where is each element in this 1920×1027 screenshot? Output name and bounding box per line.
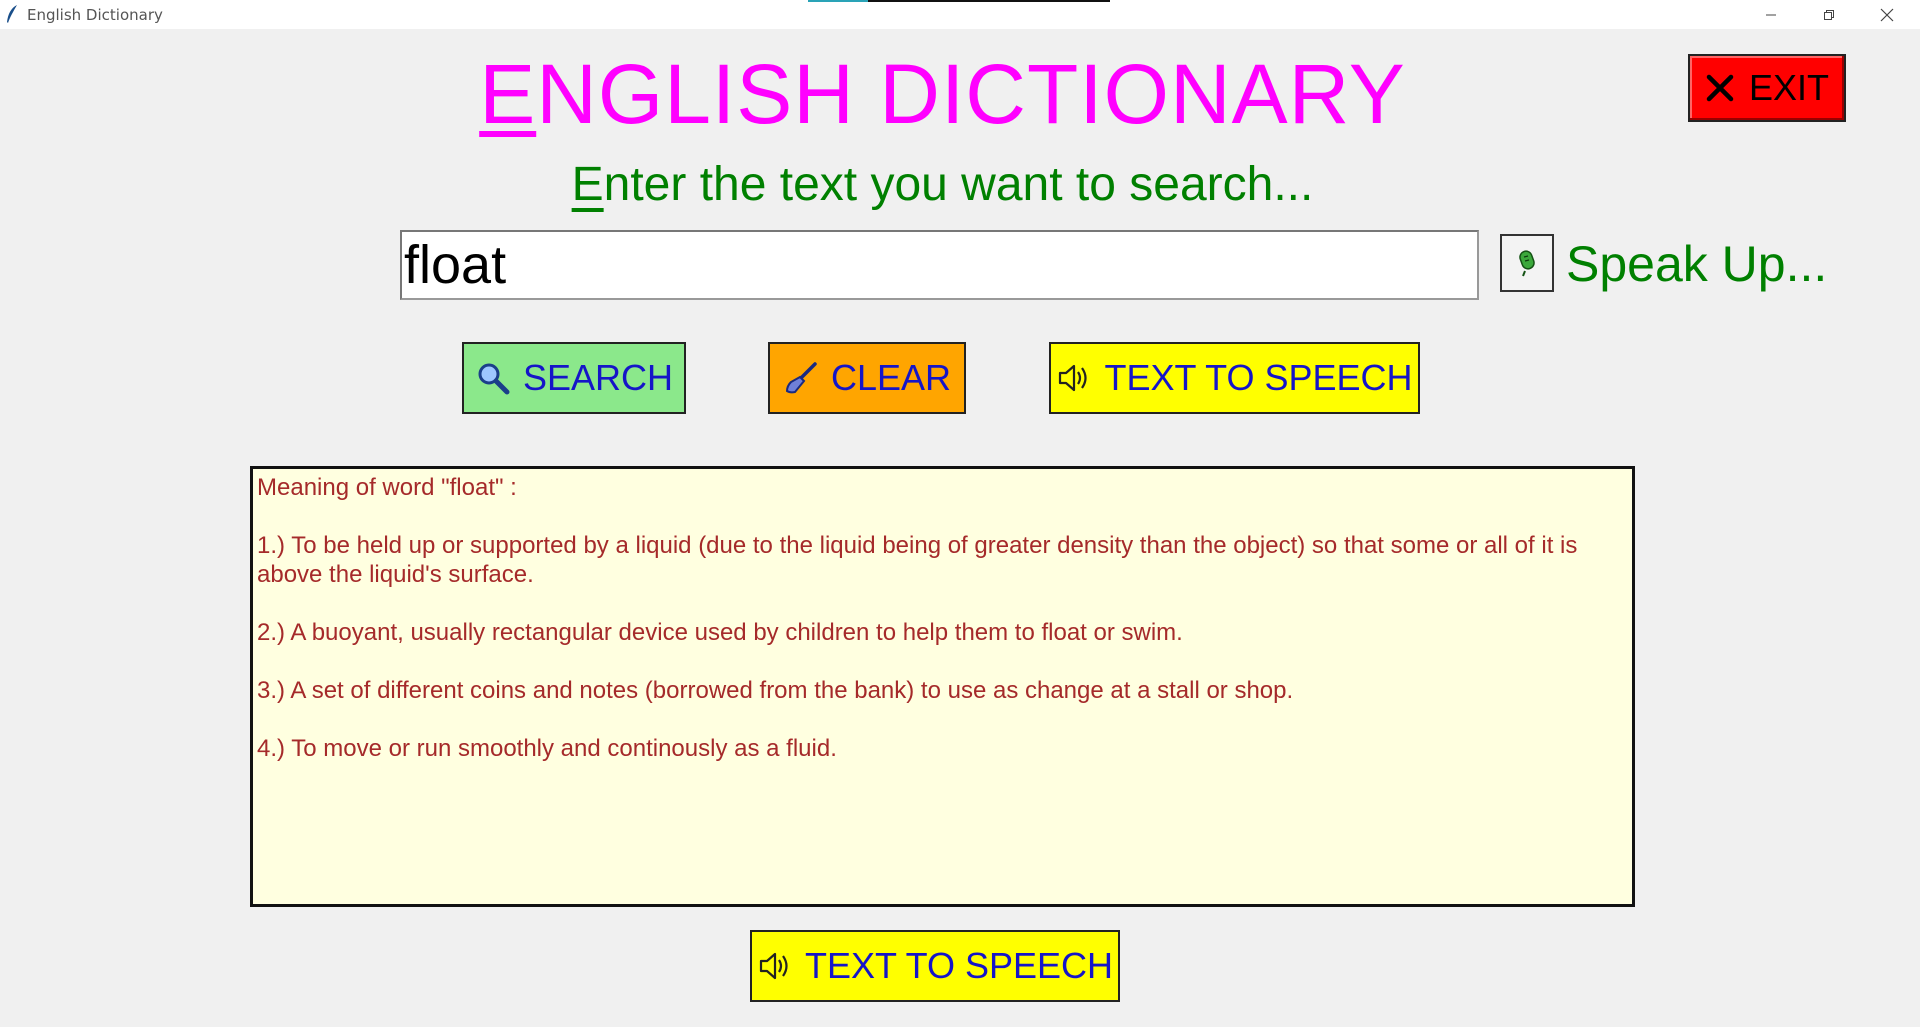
clear-button-label: CLEAR [830, 357, 952, 398]
restore-icon [1824, 9, 1834, 20]
close-x-icon [1706, 74, 1734, 102]
exit-button[interactable]: EXIT [1688, 54, 1846, 122]
text-to-speech-button-label: TEXT TO SPEECH [1104, 357, 1413, 398]
feather-icon [5, 4, 19, 24]
speak-up-label: Speak Up... [1566, 236, 1828, 292]
minimize-icon [1766, 14, 1776, 15]
meaning-heading: Meaning of word "float" : [257, 474, 517, 501]
meaning-textbox[interactable]: Meaning of word "float" : 1.) To be held… [250, 466, 1635, 907]
search-button-label: SEARCH [522, 357, 674, 398]
search-button[interactable]: SEARCH [462, 342, 686, 414]
page-title-rest: NGLISH DICTIONARY [536, 47, 1406, 141]
text-to-speech-bottom-button[interactable]: TEXT TO SPEECH [750, 930, 1120, 1002]
exit-button-label: EXIT [1748, 67, 1829, 108]
speaker-icon [1059, 364, 1088, 392]
speaker-icon [759, 952, 788, 980]
meaning-item: 4.) To move or run smoothly and continou… [257, 735, 837, 762]
close-icon [1880, 8, 1894, 21]
microphone-button[interactable] [1500, 234, 1554, 292]
minimize-button[interactable] [1742, 0, 1800, 29]
text-to-speech-button[interactable]: TEXT TO SPEECH [1049, 342, 1420, 414]
page-title: ENGLISH DICTIONARY [0, 44, 1885, 144]
meaning-item: 1.) To be held up or supported by a liqu… [257, 532, 1578, 588]
meaning-item: 2.) A buoyant, usually rectangular devic… [257, 619, 1183, 646]
restore-button[interactable] [1800, 0, 1858, 29]
search-prompt-first-letter: E [571, 158, 604, 211]
titlebar-accent-teal [808, 0, 868, 2]
broom-icon [785, 362, 817, 394]
search-prompt-rest: nter the text you want to search... [603, 158, 1314, 211]
text-to-speech-bottom-button-label: TEXT TO SPEECH [804, 945, 1114, 986]
meaning-item: 3.) A set of different coins and notes (… [257, 677, 1294, 704]
search-input[interactable] [400, 230, 1479, 300]
window-titlebar [0, 0, 1920, 29]
microphone-icon [1519, 250, 1535, 277]
close-window-button[interactable] [1858, 0, 1916, 29]
page-title-first-letter: E [479, 47, 537, 141]
clear-button[interactable]: CLEAR [768, 342, 966, 414]
window-title: English Dictionary [27, 6, 163, 24]
magnifier-icon [478, 363, 510, 395]
search-prompt: Enter the text you want to search... [0, 155, 1885, 215]
